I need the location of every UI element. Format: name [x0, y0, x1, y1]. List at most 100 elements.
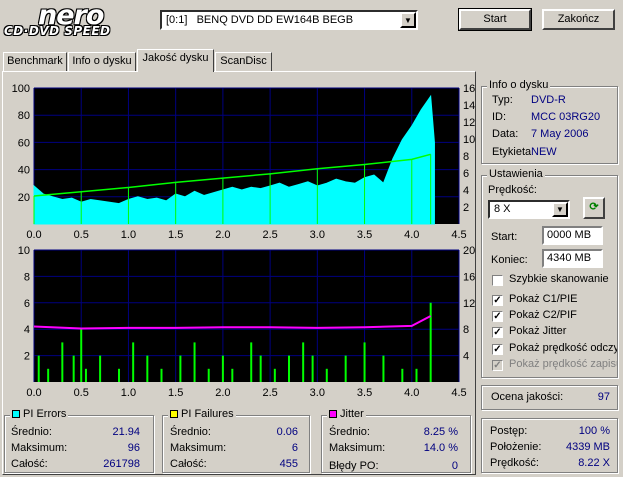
cd-dvd-speed-logo: CD·DVD SPEED — [4, 24, 111, 38]
speed-label: Prędkość: — [488, 184, 537, 196]
show-jitter-checkbox[interactable]: ✓ — [492, 327, 503, 338]
pi-errors-title: PI Errors — [23, 408, 67, 420]
tab-disc-quality[interactable]: Jakość dysku — [137, 49, 214, 72]
show-c1-label[interactable]: Pokaż C1/PIE — [509, 293, 577, 305]
x-tick-label: 4.0 — [404, 229, 419, 241]
start-button[interactable]: Start — [458, 8, 532, 31]
pi-errors-chart: 0.0 0.5 1.0 1.5 2.0 2.5 3.0 3.5 4.0 4.5 100 80 60 40 2… — [4, 80, 476, 245]
disc-id-value: MCC 03RG20 — [531, 111, 601, 123]
speed-select[interactable]: 8 X ▼ — [488, 200, 570, 219]
y-right-tick-label: 6 — [463, 168, 469, 180]
disc-info-title: Info o dysku — [487, 79, 551, 91]
x-tick-label: 3.5 — [357, 229, 372, 241]
pi-errors-total-label: Całość: — [11, 458, 48, 470]
end-field[interactable]: 4340 MB — [542, 249, 603, 268]
chevron-down-icon[interactable]: ▼ — [400, 12, 416, 28]
y-left-tick-label: 6 — [24, 298, 30, 310]
pi-failures-max-value: 6 — [291, 442, 298, 454]
settings-title: Ustawienia — [487, 168, 545, 180]
x-tick-label: 0.0 — [26, 387, 41, 399]
end-label: Koniec: — [491, 254, 528, 266]
pi-errors-swatch — [12, 410, 20, 418]
x-tick-label: 2.5 — [262, 387, 277, 399]
x-tick-label: 0.0 — [26, 229, 41, 241]
x-tick-label: 2.0 — [215, 387, 230, 399]
pi-errors-max-label: Maksimum: — [11, 442, 68, 454]
disc-type-value: DVD-R — [531, 94, 566, 106]
jitter-title: Jitter — [340, 408, 364, 420]
show-read-speed-label[interactable]: Pokaż prędkość odczytu — [509, 342, 617, 354]
disc-label-value: NEW — [531, 146, 557, 158]
x-tick-label: 1.5 — [168, 387, 183, 399]
x-tick-label: 0.5 — [74, 387, 89, 399]
y-right-tick-label: 14 — [463, 100, 475, 112]
quick-scan-label[interactable]: Szybkie skanowanie — [509, 273, 609, 285]
jitter-avg-label: Średnio: — [329, 426, 370, 438]
pi-errors-chart-svg: 0.0 0.5 1.0 1.5 2.0 2.5 3.0 3.5 4.0 4.5 100 80 60 40 2… — [12, 83, 476, 241]
disc-date-value: 7 May 2006 — [531, 128, 589, 140]
pi-failures-jitter-chart: 0.0 0.5 1.0 1.5 2.0 2.5 3.0 3.5 4.0 4.5 10 8 6 4 2 20 16… — [4, 244, 476, 404]
y-right-tick-label: 8 — [463, 324, 469, 336]
drive-select[interactable]: [0:1] BENQ DVD DD EW164B BEGB ▼ — [160, 10, 418, 30]
refresh-speed-button[interactable]: ⟳ — [583, 197, 605, 219]
start-field[interactable]: 0000 MB — [542, 226, 603, 245]
x-tick-label: 1.0 — [121, 387, 136, 399]
x-tick-label: 1.0 — [121, 229, 136, 241]
disc-label-label: Etykieta — [492, 146, 532, 158]
quality-score-value: 97 — [597, 391, 610, 403]
start-label: Start: — [491, 231, 518, 243]
plot-area — [34, 250, 459, 382]
y-left-tick-label: 8 — [24, 271, 30, 283]
pi-errors-max-value: 96 — [127, 442, 140, 454]
y-right-tick-label: 2 — [463, 202, 469, 214]
close-button[interactable]: Zakończ — [542, 9, 615, 30]
disc-id-label: ID: — [492, 111, 507, 123]
current-speed-value: 8.22 X — [578, 457, 610, 469]
progress-label: Postęp: — [490, 425, 528, 437]
tab-scandisc[interactable]: ScanDisc — [215, 52, 272, 71]
pi-failures-title: PI Failures — [181, 408, 234, 420]
y-right-tick-label: 4 — [463, 351, 469, 363]
tab-disc-info[interactable]: Info o dysku — [68, 52, 136, 71]
disc-date-label: Data: — [492, 128, 519, 140]
pi-errors-avg-label: Średnio: — [11, 426, 52, 438]
po-errors-value: 0 — [451, 460, 458, 472]
po-errors-label: Błędy PO: — [329, 460, 379, 472]
y-left-tick-label: 40 — [18, 165, 30, 177]
jitter-swatch — [329, 410, 337, 418]
show-write-speed-label: Pokaż prędkość zapisu — [509, 358, 617, 370]
y-right-tick-label: 16 — [463, 271, 475, 283]
y-left-tick-label: 20 — [18, 192, 30, 204]
drive-select-value: [0:1] BENQ DVD DD EW164B BEGB — [166, 14, 354, 26]
jitter-avg-value: 8.25 % — [423, 426, 458, 438]
y-right-tick-label: 10 — [463, 134, 475, 146]
x-tick-label: 4.0 — [404, 387, 419, 399]
pi-failures-legend: PI Failures — [168, 408, 236, 420]
x-tick-label: 3.0 — [310, 229, 325, 241]
pi-errors-legend: PI Errors — [10, 408, 69, 420]
tab-label: Info o dysku — [72, 55, 132, 67]
pi-failures-total-value: 455 — [279, 458, 298, 470]
show-read-speed-checkbox[interactable]: ✓ — [492, 344, 503, 355]
show-c2-checkbox[interactable]: ✓ — [492, 311, 503, 322]
show-c2-label[interactable]: Pokaż C2/PIF — [509, 309, 577, 321]
show-jitter-label[interactable]: Pokaż Jitter — [509, 325, 566, 337]
y-right-tick-label: 12 — [463, 298, 475, 310]
show-c1-checkbox[interactable]: ✓ — [492, 295, 503, 306]
refresh-icon: ⟳ — [589, 201, 599, 213]
y-left-tick-label: 100 — [12, 83, 30, 95]
y-left-tick-label: 4 — [24, 324, 30, 336]
x-tick-label: 2.0 — [215, 229, 230, 241]
x-tick-label: 4.5 — [451, 229, 466, 241]
quick-scan-checkbox[interactable] — [492, 275, 503, 286]
chevron-down-icon[interactable]: ▼ — [552, 202, 568, 217]
pi-failures-jitter-chart-svg: 0.0 0.5 1.0 1.5 2.0 2.5 3.0 3.5 4.0 4.5 10 8 6 4 2 20 16… — [18, 245, 476, 399]
tab-benchmark[interactable]: Benchmark — [3, 52, 67, 71]
y-right-tick-label: 20 — [463, 245, 475, 257]
x-tick-label: 2.5 — [262, 229, 277, 241]
quality-score-label: Ocena jakości: — [491, 391, 564, 403]
speed-select-value: 8 X — [494, 203, 511, 215]
current-speed-label: Prędkość: — [490, 457, 539, 469]
pi-failures-swatch — [170, 410, 178, 418]
x-tick-label: 3.0 — [310, 387, 325, 399]
